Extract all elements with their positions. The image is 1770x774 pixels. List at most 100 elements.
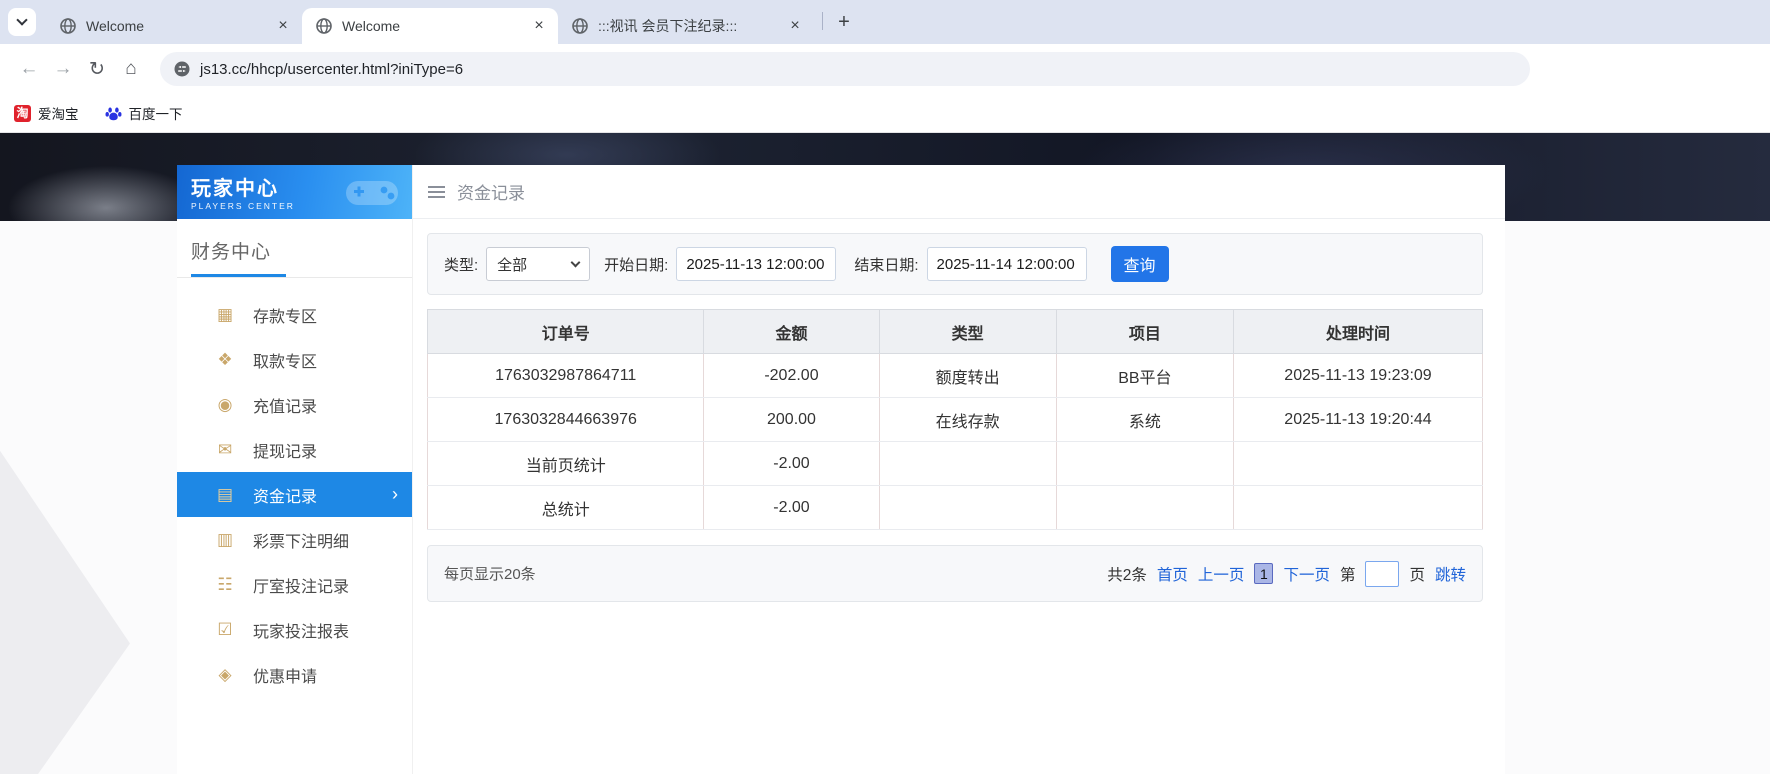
- table-row: 1763032844663976 200.00 在线存款 系统 2025-11-13 1…: [426, 397, 1483, 442]
- end-date-label: 结束日期:: [854, 256, 919, 274]
- table-cell: -202.00: [703, 353, 880, 398]
- menu-hamburger-icon[interactable]: [428, 185, 445, 198]
- bookmark-label: 百度一下: [128, 107, 183, 122]
- table-cell: 2025-11-13 19:23:09: [1233, 353, 1483, 398]
- menu-item-label: 提现记录: [253, 443, 318, 461]
- table-cell: -2.00: [703, 485, 880, 530]
- menu-item-label: 彩票下注明细: [253, 533, 350, 551]
- forward-button[interactable]: →: [46, 52, 80, 86]
- table-cell: 系统: [1055, 397, 1235, 442]
- sidebar-item-lottery-bet-details[interactable]: ▥ 彩票下注明细 ›: [177, 517, 412, 562]
- pagination-bar: 每页显示20条 共2条 首页 上一页 1 下一页 第 页 跳转: [427, 545, 1483, 602]
- sidebar-item-deposit-zone[interactable]: ▦ 存款专区 ›: [177, 292, 412, 337]
- web-page: 玩家中心 PLAYERS CENTER 财务中心 ▦ 存款专区 › ❖ 取款专区: [0, 133, 1770, 774]
- home-button[interactable]: ⌂: [114, 52, 148, 86]
- pager-controls: 共2条 首页 上一页 1 下一页 第 页 跳转: [1107, 560, 1466, 587]
- sidebar-section: 财务中心: [177, 219, 412, 277]
- chevron-down-icon: [570, 257, 581, 268]
- end-date-input[interactable]: 2025-11-14 12:00:00: [926, 247, 1087, 281]
- table-header-cell: 处理时间: [1233, 309, 1483, 354]
- table-cell: [1055, 485, 1235, 530]
- globe-icon: [60, 18, 76, 34]
- table-cell: 1763032844663976: [426, 397, 705, 442]
- table-cell: [1055, 441, 1235, 486]
- table-header-cell: 订单号: [426, 309, 705, 354]
- wallet-icon: ✉: [217, 439, 233, 459]
- tab-close-icon[interactable]: ×: [274, 17, 292, 35]
- tabs-container: Welcome × Welcome × :::视讯 会员下注纪录::: ×: [46, 0, 814, 44]
- next-page-link[interactable]: 下一页: [1283, 563, 1330, 585]
- tab-title: Welcome: [342, 18, 401, 34]
- tab-close-icon[interactable]: ×: [530, 17, 548, 35]
- back-button[interactable]: ←: [12, 52, 46, 86]
- reload-button[interactable]: ↻: [80, 52, 114, 86]
- total-count-text: 共2条: [1107, 566, 1147, 584]
- funds-records-table: 订单号 金额 类型 项目 处理时间 1763032987864711 -202.00 额度转…: [426, 309, 1483, 530]
- tab-close-icon[interactable]: ×: [786, 17, 804, 35]
- table-cell: 总统计: [426, 485, 705, 530]
- table-cell: [1233, 441, 1483, 486]
- content-header: 资金记录: [413, 165, 1505, 219]
- url-text: js13.cc/hhcp/usercenter.html?iniType=6: [200, 60, 464, 78]
- menu-item-label: 取款专区: [253, 353, 318, 371]
- section-rule: [177, 277, 412, 278]
- background-triangle-decoration: [0, 450, 130, 774]
- finance-center-heading: 财务中心: [191, 242, 272, 263]
- baidu-icon: [105, 107, 121, 120]
- promo-badge-icon: ◈: [218, 664, 232, 684]
- tab-title: Welcome: [86, 18, 145, 34]
- first-page-link[interactable]: 首页: [1157, 563, 1188, 585]
- type-label: 类型:: [444, 256, 479, 274]
- tab-divider: [822, 12, 823, 30]
- type-select[interactable]: 全部: [486, 247, 591, 281]
- site-settings-icon[interactable]: [174, 61, 190, 77]
- table-row: 1763032987864711 -202.00 额度转出 BB平台 2025-11-1…: [426, 353, 1483, 398]
- jump-link[interactable]: 跳转: [1435, 563, 1466, 585]
- new-tab-button[interactable]: +: [831, 9, 857, 35]
- taobao-icon: 淘: [14, 104, 31, 122]
- tab-strip: Welcome × Welcome × :::视讯 会员下注纪录::: × +: [0, 0, 1770, 44]
- bookmark-baidu[interactable]: 百度一下: [105, 103, 183, 123]
- chevron-down-icon: [16, 14, 28, 26]
- content-area: 资金记录 类型: 全部 开始日期: 2025-11-13 12:00:00 结束…: [413, 165, 1505, 774]
- sidebar-item-promo-application[interactable]: ◈ 优惠申请 ›: [177, 652, 412, 697]
- tab-search-button[interactable]: [8, 8, 36, 36]
- prev-page-link[interactable]: 上一页: [1198, 563, 1245, 585]
- table-cell: 200.00: [703, 397, 880, 442]
- main-container: 玩家中心 PLAYERS CENTER 财务中心 ▦ 存款专区 › ❖ 取款专区: [177, 165, 1505, 774]
- hand-money-icon: ❖: [217, 349, 233, 369]
- sidebar-item-recharge-records[interactable]: ◉ 充值记录 ›: [177, 382, 412, 427]
- browser-tab[interactable]: Welcome ×: [46, 8, 302, 44]
- sidebar-item-withdrawal-records[interactable]: ✉ 提现记录 ›: [177, 427, 412, 472]
- deposit-card-icon: ▦: [216, 304, 234, 324]
- sidebar-menu: ▦ 存款专区 › ❖ 取款专区 › ◉ 充值记录 › ✉ 提现记录 › ▤ 资金…: [177, 292, 412, 697]
- money-bag-icon: ◉: [217, 394, 233, 414]
- table-row: 当前页统计 -2.00: [426, 441, 1483, 486]
- menu-item-label: 充值记录: [253, 398, 318, 416]
- address-bar[interactable]: js13.cc/hhcp/usercenter.html?iniType=6: [160, 52, 1530, 86]
- jump-page-input[interactable]: [1365, 560, 1400, 587]
- sidebar-item-hall-bet-records[interactable]: ☷ 厅室投注记录 ›: [177, 562, 412, 607]
- browser-chrome: Welcome × Welcome × :::视讯 会员下注纪录::: × + …: [0, 0, 1770, 133]
- start-date-input[interactable]: 2025-11-13 12:00:00: [676, 247, 837, 281]
- table-header-cell: 类型: [878, 309, 1057, 354]
- sidebar-banner: 玩家中心 PLAYERS CENTER: [177, 165, 412, 219]
- query-button[interactable]: 查询: [1110, 246, 1169, 282]
- table-cell: 额度转出: [878, 353, 1057, 398]
- list-checks-icon: ☷: [217, 574, 233, 594]
- globe-icon: [316, 18, 332, 34]
- bookmark-taobao[interactable]: 淘 爱淘宝: [14, 103, 79, 123]
- browser-tab[interactable]: Welcome ×: [302, 8, 558, 44]
- sidebar-item-player-bet-report[interactable]: ☑ 玩家投注报表 ›: [177, 607, 412, 652]
- table-cell: BB平台: [1055, 353, 1235, 398]
- menu-item-label: 优惠申请: [253, 668, 318, 686]
- menu-item-label: 厅室投注记录: [253, 578, 350, 596]
- sidebar-item-funds-records[interactable]: ▤ 资金记录 ›: [177, 472, 412, 517]
- table-header-cell: 项目: [1055, 309, 1235, 354]
- bookmark-label: 爱淘宝: [38, 107, 79, 122]
- table-cell: [878, 441, 1057, 486]
- browser-tab[interactable]: :::视讯 会员下注纪录::: ×: [558, 8, 814, 44]
- sidebar-item-withdraw-zone[interactable]: ❖ 取款专区 ›: [177, 337, 412, 382]
- table-header-row: 订单号 金额 类型 项目 处理时间: [426, 309, 1483, 354]
- browser-toolbar: ← → ↻ ⌂ js13.cc/hhcp/usercenter.html?ini…: [0, 44, 1770, 94]
